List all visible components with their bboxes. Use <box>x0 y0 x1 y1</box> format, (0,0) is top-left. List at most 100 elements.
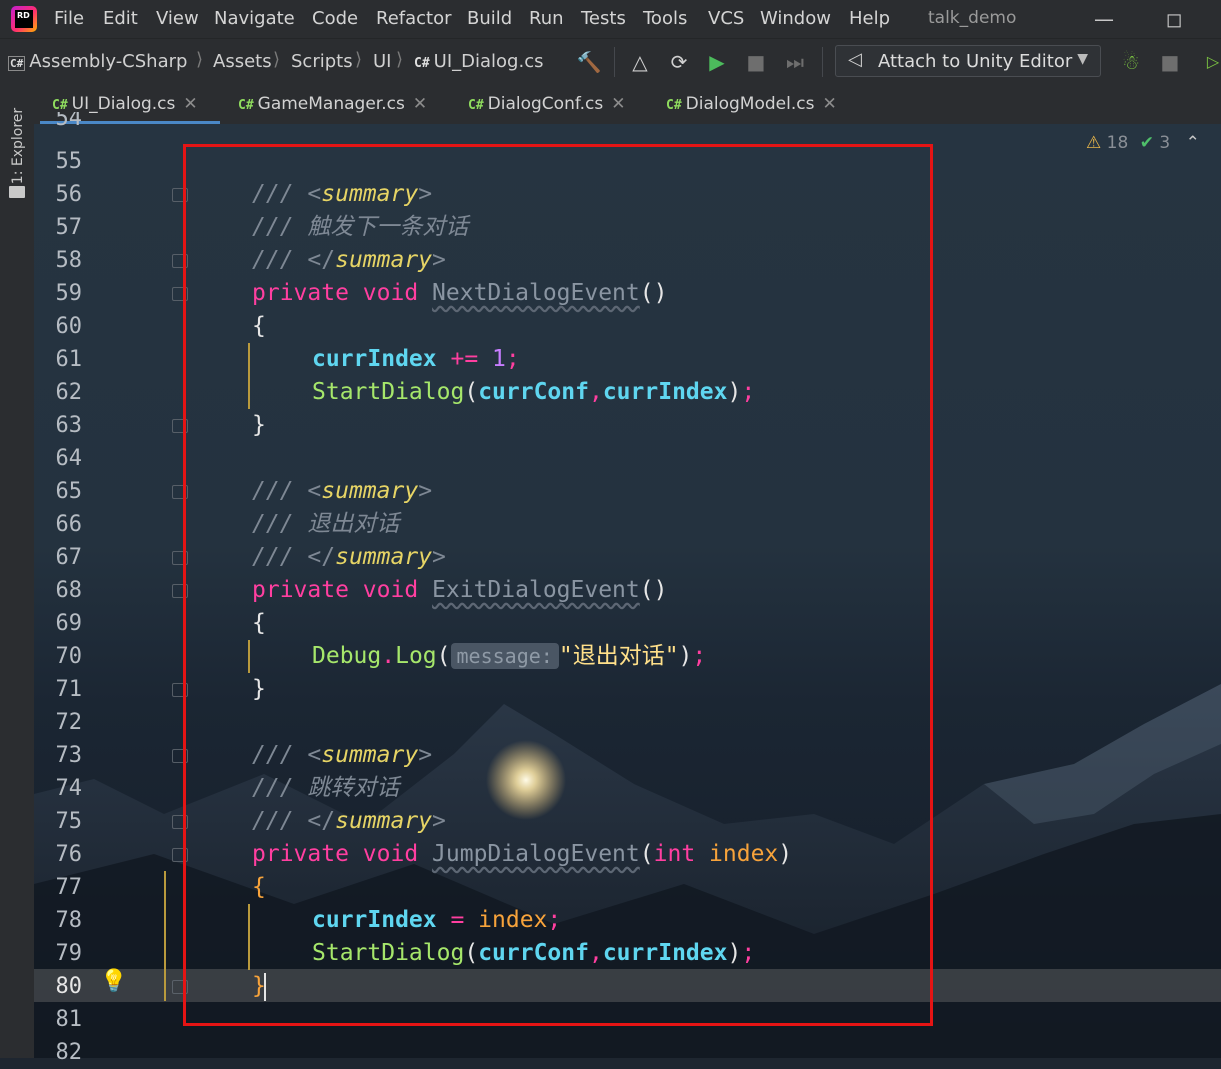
line-number: 77 <box>55 875 83 900</box>
run-icon[interactable]: ▶ <box>704 49 730 75</box>
breadcrumb-project-label: Assembly-CSharp <box>29 51 188 72</box>
line-number: 72 <box>55 710 83 735</box>
menu-tests[interactable]: Tests <box>581 8 626 29</box>
check-icon: ✔ <box>1139 133 1154 153</box>
breadcrumb-assets[interactable]: Assets <box>213 51 272 72</box>
line-number: 58 <box>55 248 83 273</box>
line-number: 64 <box>55 446 83 471</box>
line-number: 81 <box>55 1007 83 1032</box>
menu-tools[interactable]: Tools <box>643 8 687 29</box>
line-number: 65 <box>55 479 83 504</box>
close-icon[interactable]: ✕ <box>183 94 197 114</box>
breadcrumb-separator: ⟩ <box>273 49 281 70</box>
menu-bar: RD File Edit View Navigate Code Refactor… <box>0 0 1221 38</box>
breadcrumb-separator: ⟩ <box>355 49 363 70</box>
rider-logo[interactable]: RD <box>11 6 37 32</box>
unity-icon[interactable]: △ <box>627 49 653 75</box>
line-number: 62 <box>55 380 83 405</box>
tab-label: GameManager.cs <box>257 94 405 114</box>
line-number: 76 <box>55 842 83 867</box>
csharp-icon: C# <box>468 98 484 113</box>
line-number: 60 <box>55 314 83 339</box>
unity-icon: ◁ <box>848 49 862 70</box>
csharp-icon: C# <box>238 98 254 113</box>
menu-build[interactable]: Build <box>467 8 512 29</box>
line-number: 78 <box>55 908 83 933</box>
menu-run[interactable]: Run <box>529 8 564 29</box>
lightbulb-icon[interactable]: 💡 <box>100 969 127 994</box>
toolbar-divider <box>822 47 823 77</box>
line-number: 56 <box>55 182 83 207</box>
line-number: 71 <box>55 677 83 702</box>
project-title: talk_demo <box>928 8 1017 28</box>
tool-window-strip <box>0 84 35 1058</box>
inspection-widget[interactable]: ⚠ 18 ✔ 3 ⌃ <box>1086 133 1200 153</box>
minimize-button[interactable]: — <box>1081 4 1127 34</box>
close-icon[interactable]: ✕ <box>611 94 625 114</box>
folder-icon <box>9 186 25 198</box>
line-number: 73 <box>55 743 83 768</box>
csharp-icon: C# <box>414 56 430 71</box>
breadcrumb-project[interactable]: C# Assembly-CSharp <box>8 51 187 72</box>
line-number: 55 <box>55 149 83 174</box>
breadcrumb-separator: ⟩ <box>196 49 204 70</box>
csharp-icon: C# <box>8 56 26 71</box>
menu-window[interactable]: Window <box>760 8 831 29</box>
tab-label: UI_Dialog.cs <box>71 94 176 114</box>
navigation-toolbar: C# Assembly-CSharp ⟩ Assets ⟩ Scripts ⟩ U… <box>0 38 1221 85</box>
line-number-current: 80 <box>55 974 83 999</box>
line-number: 74 <box>55 776 83 801</box>
build-hammer-icon[interactable]: 🔨 <box>576 49 602 75</box>
stop-icon[interactable]: ■ <box>743 49 769 75</box>
menu-navigate[interactable]: Navigate <box>214 8 295 29</box>
debug-bug-icon[interactable]: ☃ <box>1118 49 1144 75</box>
tab-label: DialogModel.cs <box>685 94 815 114</box>
csharp-icon: C# <box>666 98 682 113</box>
line-number: 66 <box>55 512 83 537</box>
step-icon[interactable]: ⏭ <box>782 49 808 75</box>
stop-icon[interactable]: ■ <box>1157 49 1183 75</box>
line-number: 82 <box>55 1040 83 1065</box>
line-number: 54 <box>55 112 83 131</box>
maximize-button[interactable]: ◻ <box>1151 4 1197 34</box>
menu-help[interactable]: Help <box>849 8 890 29</box>
line-number: 67 <box>55 545 83 570</box>
tab-game-manager[interactable]: C# GameManager.cs ✕ <box>226 84 427 124</box>
tab-dialog-conf[interactable]: C# DialogConf.cs ✕ <box>456 84 625 124</box>
tab-label: DialogConf.cs <box>487 94 604 114</box>
warning-count: 18 <box>1106 133 1129 153</box>
menu-refactor[interactable]: Refactor <box>376 8 452 29</box>
chevron-up-icon[interactable]: ⌃ <box>1186 133 1200 153</box>
attach-label: Attach to Unity Editor <box>878 51 1073 72</box>
breadcrumb-scripts[interactable]: Scripts <box>291 51 353 72</box>
line-number: 79 <box>55 941 83 966</box>
line-number: 69 <box>55 611 83 636</box>
menu-view[interactable]: View <box>156 8 199 29</box>
ok-count: 3 <box>1159 133 1171 153</box>
attach-to-unity-dropdown[interactable]: ◁ Attach to Unity Editor ▼ <box>835 45 1101 77</box>
breadcrumb-ui[interactable]: UI <box>373 51 391 72</box>
menu-vcs[interactable]: VCS <box>708 8 744 29</box>
breadcrumb-file[interactable]: C# UI_Dialog.cs <box>414 51 543 72</box>
menu-edit[interactable]: Edit <box>103 8 138 29</box>
line-number: 61 <box>55 347 83 372</box>
highlight-annotation-box <box>183 144 933 1026</box>
more-run-icon[interactable]: ▷ <box>1200 49 1221 75</box>
explorer-label: 1: Explorer <box>10 107 26 185</box>
toolbar-divider <box>614 47 615 77</box>
line-number: 57 <box>55 215 83 240</box>
close-icon[interactable]: ✕ <box>822 94 836 114</box>
close-icon[interactable]: ✕ <box>413 94 427 114</box>
tab-dialog-model[interactable]: C# DialogModel.cs ✕ <box>654 84 837 124</box>
line-number: 59 <box>55 281 83 306</box>
vcs-change-marker[interactable] <box>164 871 166 1001</box>
refresh-unity-icon[interactable]: ⟳ <box>666 49 692 75</box>
line-number: 70 <box>55 644 83 669</box>
menu-file[interactable]: File <box>54 8 84 29</box>
line-number: 68 <box>55 578 83 603</box>
breadcrumb-file-label: UI_Dialog.cs <box>433 51 544 72</box>
line-number: 63 <box>55 413 83 438</box>
warning-icon: ⚠ <box>1086 133 1102 153</box>
breadcrumb-separator: ⟩ <box>396 49 404 70</box>
menu-code[interactable]: Code <box>312 8 358 29</box>
